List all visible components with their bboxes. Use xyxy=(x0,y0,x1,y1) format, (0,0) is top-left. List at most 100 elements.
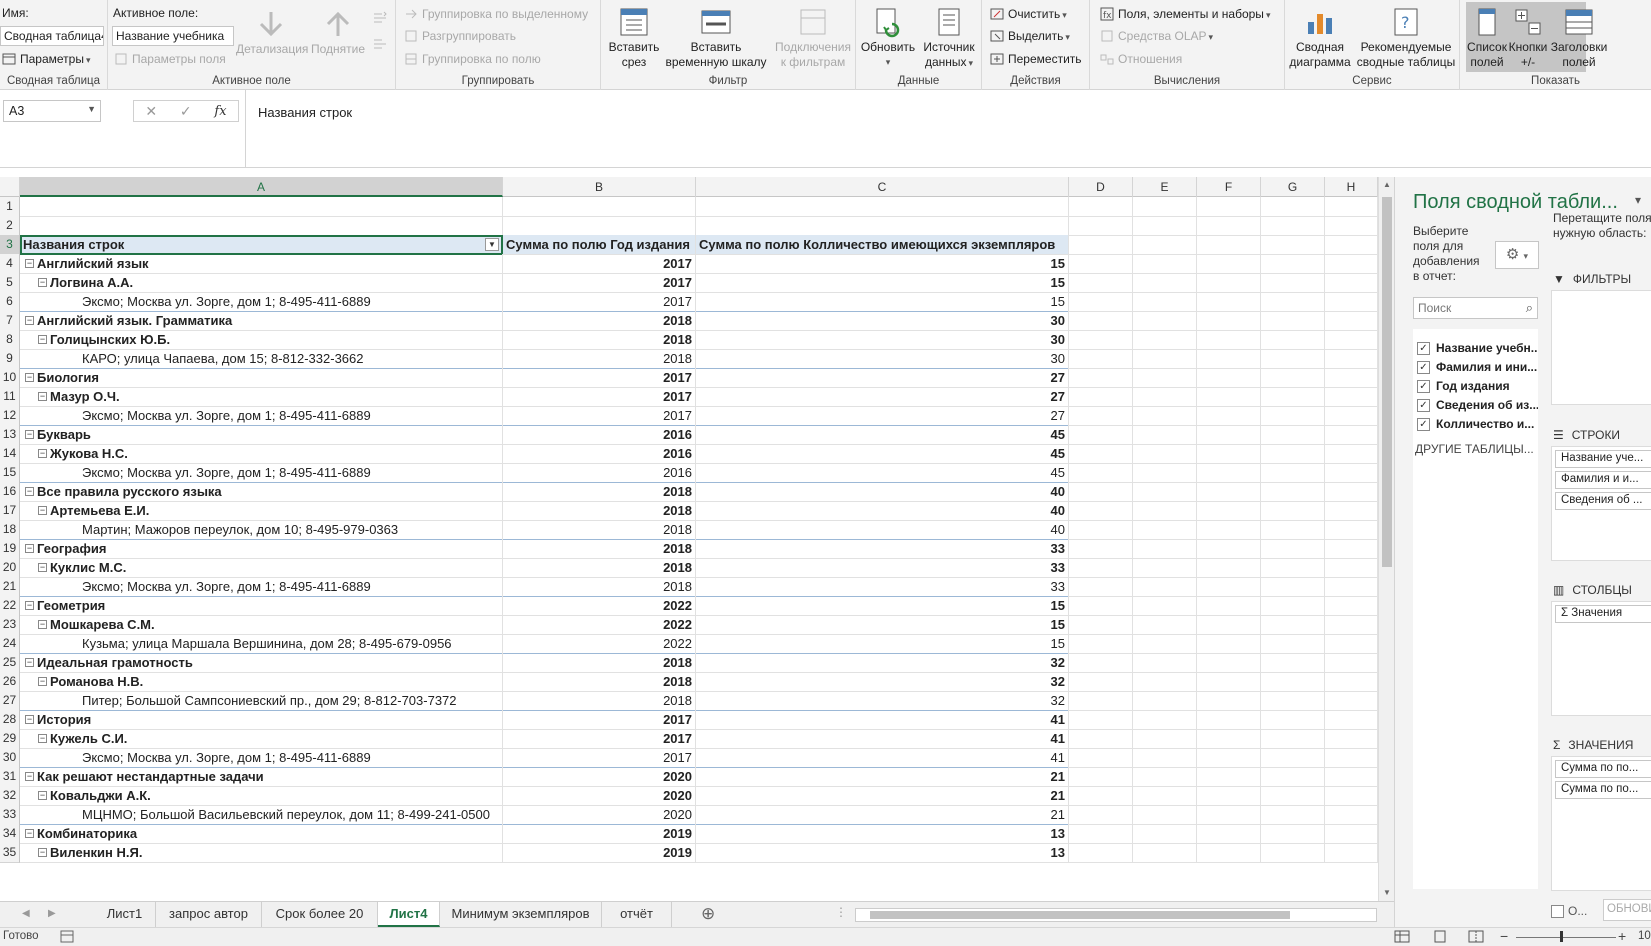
empty-cell[interactable] xyxy=(1197,349,1261,369)
drilldown-button[interactable]: Детализация xyxy=(236,4,308,57)
horizontal-scrollbar[interactable] xyxy=(855,908,1377,922)
cell-a[interactable]: − Мошкарева С.М. xyxy=(20,615,503,635)
pane-settings-button[interactable]: ⚙ ▾ xyxy=(1495,241,1539,269)
empty-cell[interactable] xyxy=(1133,311,1197,331)
empty-cell[interactable] xyxy=(1197,501,1261,521)
cell-c[interactable] xyxy=(696,216,1069,236)
scroll-down-icon[interactable]: ▼ xyxy=(1379,885,1395,901)
empty-cell[interactable] xyxy=(1133,330,1197,350)
values-chip[interactable]: Сумма по по... xyxy=(1555,781,1651,799)
change-source-button[interactable]: Источник данных xyxy=(918,2,980,71)
cell-c[interactable]: 15 xyxy=(696,292,1069,312)
add-sheet-icon[interactable]: ⊕ xyxy=(701,904,715,924)
search-icon[interactable]: ⌕ xyxy=(1526,300,1533,316)
row-header[interactable]: 15 xyxy=(0,463,20,483)
row-header[interactable]: 17 xyxy=(0,501,20,521)
empty-cell[interactable] xyxy=(1133,501,1197,521)
empty-cell[interactable] xyxy=(1261,349,1325,369)
cell-c[interactable]: 21 xyxy=(696,786,1069,806)
row-header[interactable]: 21 xyxy=(0,577,20,597)
cell-c[interactable]: 27 xyxy=(696,368,1069,388)
cell-b[interactable]: 2017 xyxy=(503,273,696,293)
cell-b[interactable]: 2017 xyxy=(503,729,696,749)
empty-cell[interactable] xyxy=(1325,634,1378,654)
field-checkbox[interactable]: ✓ xyxy=(1417,360,1430,374)
empty-cell[interactable] xyxy=(1197,292,1261,312)
empty-cell[interactable] xyxy=(1325,653,1378,673)
row-header[interactable]: 3 xyxy=(0,235,20,255)
collapse-toggle-icon[interactable]: − xyxy=(38,677,47,686)
tab-next-icon[interactable]: ▶ xyxy=(48,902,56,926)
values-chip[interactable]: Сумма по по... xyxy=(1555,760,1651,778)
cell-c[interactable]: 15 xyxy=(696,254,1069,274)
empty-cell[interactable] xyxy=(1069,786,1133,806)
empty-cell[interactable] xyxy=(1133,444,1197,464)
cell-a[interactable]: − Биология xyxy=(20,368,503,388)
empty-cell[interactable] xyxy=(1197,691,1261,711)
row-header[interactable]: 24 xyxy=(0,634,20,654)
empty-cell[interactable] xyxy=(1261,387,1325,407)
sheet-tab-query-author[interactable]: запрос автор xyxy=(156,902,262,927)
empty-cell[interactable] xyxy=(1069,406,1133,426)
empty-cell[interactable] xyxy=(1325,767,1378,787)
empty-cell[interactable] xyxy=(1261,520,1325,540)
cell-a[interactable]: − Все правила русского языка xyxy=(20,482,503,502)
cell-b[interactable]: 2018 xyxy=(503,520,696,540)
cell-a[interactable]: − Виленкин Н.Я. xyxy=(20,843,503,863)
cell-a[interactable]: Эксмо; Москва ул. Зорге, дом 1; 8-495-41… xyxy=(20,463,503,483)
empty-cell[interactable] xyxy=(1069,349,1133,369)
row-header[interactable]: 23 xyxy=(0,615,20,635)
empty-cell[interactable] xyxy=(1325,615,1378,635)
zoom-slider[interactable] xyxy=(1516,937,1616,938)
cell-b[interactable]: 2018 xyxy=(503,349,696,369)
empty-cell[interactable] xyxy=(1197,216,1261,236)
empty-cell[interactable] xyxy=(1133,843,1197,863)
cancel-icon[interactable]: ✕ xyxy=(145,103,157,120)
cell-c[interactable]: 45 xyxy=(696,444,1069,464)
field-item[interactable]: ✓ Сведения об из... xyxy=(1417,396,1538,414)
empty-cell[interactable] xyxy=(1261,634,1325,654)
column-header-e[interactable]: E xyxy=(1133,177,1197,197)
empty-cell[interactable] xyxy=(1197,672,1261,692)
sheet-tab-report[interactable]: отчёт xyxy=(602,902,672,927)
collapse-toggle-icon[interactable]: − xyxy=(25,430,34,439)
collapse-toggle-icon[interactable]: − xyxy=(38,848,47,857)
collapse-toggle-icon[interactable]: − xyxy=(38,449,47,458)
column-header-d[interactable]: D xyxy=(1069,177,1133,197)
cell-a[interactable]: − Английский язык. Грамматика xyxy=(20,311,503,331)
empty-cell[interactable] xyxy=(1197,615,1261,635)
empty-cell[interactable] xyxy=(1325,235,1378,255)
row-header[interactable]: 22 xyxy=(0,596,20,616)
cell-a[interactable]: Эксмо; Москва ул. Зорге, дом 1; 8-495-41… xyxy=(20,292,503,312)
empty-cell[interactable] xyxy=(1069,729,1133,749)
cell-c[interactable]: 40 xyxy=(696,520,1069,540)
rows-chip[interactable]: Сведения об ... xyxy=(1555,492,1651,510)
empty-cell[interactable] xyxy=(1261,729,1325,749)
cell-b[interactable]: 2020 xyxy=(503,786,696,806)
empty-cell[interactable] xyxy=(1133,710,1197,730)
column-header-h[interactable]: H xyxy=(1325,177,1378,197)
cell-c[interactable]: 32 xyxy=(696,672,1069,692)
empty-cell[interactable] xyxy=(1069,615,1133,635)
insert-function-icon[interactable]: fx xyxy=(214,104,226,119)
column-header-f[interactable]: F xyxy=(1197,177,1261,197)
columns-drop-area[interactable]: Σ Значения xyxy=(1551,601,1651,716)
collapse-toggle-icon[interactable]: − xyxy=(38,791,47,800)
collapse-toggle-icon[interactable]: − xyxy=(25,316,34,325)
empty-cell[interactable] xyxy=(1133,368,1197,388)
cell-c[interactable]: Сумма по полю Колличество имеющихся экзе… xyxy=(696,235,1069,255)
row-header[interactable]: 32 xyxy=(0,786,20,806)
cell-c[interactable]: 30 xyxy=(696,311,1069,331)
field-checkbox[interactable]: ✓ xyxy=(1417,379,1430,393)
cell-a[interactable]: − Кужель С.И. xyxy=(20,729,503,749)
refresh-button[interactable]: Обновить ▾ xyxy=(858,2,918,70)
empty-cell[interactable] xyxy=(1197,786,1261,806)
cell-a[interactable]: Кузьма; улица Маршала Вершинина, дом 28;… xyxy=(20,634,503,654)
select-all-corner[interactable] xyxy=(0,177,20,197)
macro-record-icon[interactable] xyxy=(60,930,74,946)
rows-drop-area[interactable]: Название уче... Фамилия и и... Сведения … xyxy=(1551,446,1651,561)
empty-cell[interactable] xyxy=(1197,596,1261,616)
empty-cell[interactable] xyxy=(1197,843,1261,863)
empty-cell[interactable] xyxy=(1325,311,1378,331)
cell-a[interactable]: − Букварь xyxy=(20,425,503,445)
